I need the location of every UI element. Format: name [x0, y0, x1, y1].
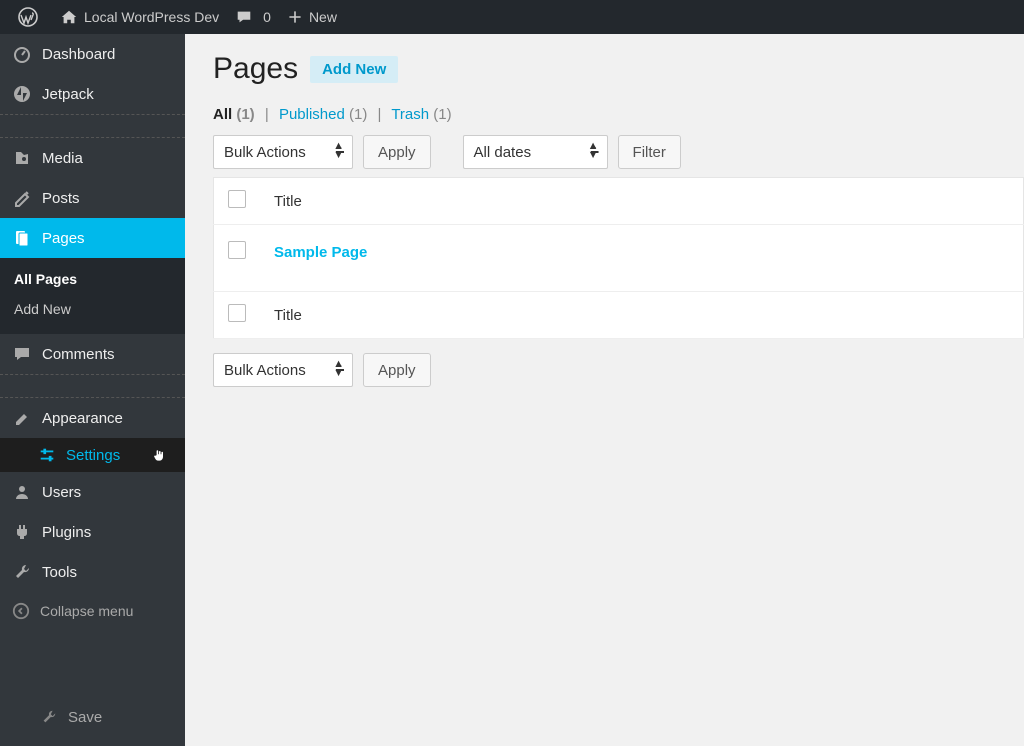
tools-icon — [12, 562, 32, 582]
sidebar-label-jetpack: Jetpack — [42, 86, 94, 103]
filter-trash[interactable]: Trash (1) — [391, 106, 451, 123]
save-button[interactable]: Save — [0, 700, 185, 734]
wp-logo[interactable] — [10, 0, 52, 34]
bottom-actions: Bulk Actions ▲▼ Apply — [213, 353, 1024, 387]
pages-submenu: All Pages Add New — [0, 258, 185, 334]
settings-icon — [38, 446, 56, 464]
admin-sidebar: Dashboard Jetpack Media Posts Pages All … — [0, 34, 185, 746]
top-actions: Bulk Actions ▲▼ Apply All dates ▲▼ Filte… — [213, 135, 1024, 169]
sidebar-item-jetpack[interactable]: Jetpack — [0, 74, 185, 114]
sidebar-label-users: Users — [42, 484, 81, 501]
filter-published[interactable]: Published (1) — [279, 106, 372, 123]
filter-button[interactable]: Filter — [618, 135, 681, 169]
plugins-icon — [12, 522, 32, 542]
site-link[interactable]: Local WordPress Dev — [52, 0, 227, 34]
sidebar-label-media: Media — [42, 150, 83, 167]
sidebar-label-dashboard: Dashboard — [42, 46, 115, 63]
submenu-add-new[interactable]: Add New — [0, 294, 185, 324]
column-title-footer[interactable]: Title — [260, 292, 1024, 339]
row-checkbox[interactable] — [228, 241, 246, 259]
comment-icon — [235, 8, 253, 26]
updown-icon: ▲▼ — [588, 142, 599, 160]
collapse-menu[interactable]: Collapse menu — [0, 592, 185, 630]
sidebar-label-pages: Pages — [42, 230, 85, 247]
wordpress-icon — [18, 7, 38, 27]
sidebar-item-plugins[interactable]: Plugins — [0, 512, 185, 552]
sidebar-item-dashboard[interactable]: Dashboard — [0, 34, 185, 74]
users-icon — [12, 482, 32, 502]
admin-bar: Local WordPress Dev 0 New — [0, 0, 1024, 34]
plus-icon — [287, 9, 303, 25]
page-title: Pages — [213, 52, 298, 86]
add-new-button[interactable]: Add New — [310, 56, 398, 83]
table-row: Sample Page — [214, 225, 1024, 292]
cursor-hand-icon — [151, 447, 167, 463]
select-all-checkbox-bottom[interactable] — [228, 304, 246, 322]
table-footer-row: Title — [214, 292, 1024, 339]
dashboard-icon — [12, 44, 32, 64]
updown-icon: ▲▼ — [333, 142, 344, 160]
pages-icon — [12, 228, 32, 248]
sidebar-item-appearance[interactable]: Appearance — [0, 398, 185, 438]
bulk-actions-select[interactable]: Bulk Actions ▲▼ — [213, 135, 353, 169]
sidebar-label-plugins: Plugins — [42, 524, 91, 541]
appearance-icon — [12, 408, 32, 428]
collapse-label: Collapse menu — [40, 603, 133, 619]
sidebar-label-comments: Comments — [42, 346, 115, 363]
content-area: Pages Add New All (1) | Published (1) | … — [185, 34, 1024, 746]
comments-count: 0 — [263, 9, 271, 25]
page-header: Pages Add New — [213, 52, 1024, 86]
submenu-all-pages[interactable]: All Pages — [0, 264, 185, 294]
sidebar-item-comments[interactable]: Comments — [0, 334, 185, 374]
new-content-link[interactable]: New — [279, 0, 345, 34]
filter-all[interactable]: All (1) — [213, 106, 259, 123]
pages-table: Title Sample Page Title — [213, 177, 1024, 339]
wrench-icon — [40, 708, 58, 726]
sidebar-item-users[interactable]: Users — [0, 472, 185, 512]
home-icon — [60, 8, 78, 26]
status-filters: All (1) | Published (1) | Trash (1) — [213, 106, 1024, 123]
save-label: Save — [68, 709, 102, 726]
sidebar-label-posts: Posts — [42, 190, 80, 207]
row-title-link[interactable]: Sample Page — [274, 244, 367, 261]
column-title[interactable]: Title — [260, 178, 1024, 225]
comments-icon — [12, 344, 32, 364]
bulk-actions-select-bottom[interactable]: Bulk Actions ▲▼ — [213, 353, 353, 387]
table-header-row: Title — [214, 178, 1024, 225]
new-label: New — [309, 9, 337, 25]
select-all-checkbox-top[interactable] — [228, 190, 246, 208]
sidebar-item-tools[interactable]: Tools — [0, 552, 185, 592]
updown-icon: ▲▼ — [333, 360, 344, 378]
jetpack-icon — [12, 84, 32, 104]
menu-separator — [0, 374, 185, 398]
collapse-icon — [12, 602, 30, 620]
site-name: Local WordPress Dev — [84, 9, 219, 25]
sidebar-item-media[interactable]: Media — [0, 138, 185, 178]
sidebar-label-appearance: Appearance — [42, 410, 123, 427]
sidebar-label-tools: Tools — [42, 564, 77, 581]
sidebar-item-settings[interactable]: Settings — [0, 438, 185, 472]
sidebar-item-posts[interactable]: Posts — [0, 178, 185, 218]
apply-button-bottom[interactable]: Apply — [363, 353, 431, 387]
media-icon — [12, 148, 32, 168]
sidebar-item-pages[interactable]: Pages — [0, 218, 185, 258]
date-filter-select[interactable]: All dates ▲▼ — [463, 135, 608, 169]
sidebar-label-settings: Settings — [66, 447, 120, 464]
comments-link[interactable]: 0 — [227, 0, 279, 34]
posts-icon — [12, 188, 32, 208]
apply-button-top[interactable]: Apply — [363, 135, 431, 169]
menu-separator — [0, 114, 185, 138]
